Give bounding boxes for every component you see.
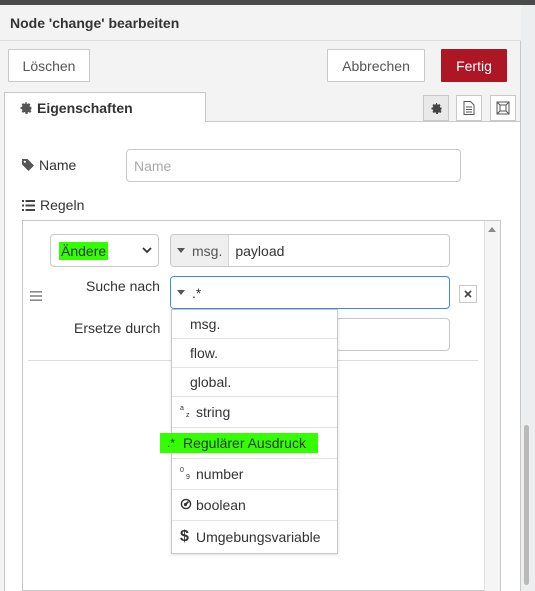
search-type-button[interactable]: .* bbox=[171, 277, 204, 308]
menu-item-global[interactable]: global. bbox=[172, 368, 337, 397]
replace-input[interactable] bbox=[336, 318, 450, 351]
target-property-input[interactable]: msg. payload bbox=[170, 234, 450, 267]
dialog-header: Node 'change' bearbeiten bbox=[0, 5, 521, 41]
close-icon bbox=[464, 290, 472, 298]
delete-button[interactable]: Löschen bbox=[8, 49, 90, 82]
regex-highlight: .* Regulärer Ausdruck bbox=[160, 433, 318, 453]
menu-item-number[interactable]: 09 number bbox=[172, 459, 337, 490]
tab-properties-label: Eigenschaften bbox=[37, 99, 133, 116]
search-input[interactable]: .* bbox=[170, 276, 450, 309]
remove-rule-button[interactable] bbox=[459, 285, 477, 303]
svg-text:a: a bbox=[180, 405, 184, 412]
workspace-scrollbar[interactable] bbox=[524, 425, 529, 585]
search-type-label: .* bbox=[192, 284, 202, 301]
dollar-icon: $ bbox=[180, 528, 189, 545]
rules-label: Regeln bbox=[22, 197, 84, 213]
caret-down-icon bbox=[177, 290, 185, 295]
cancel-button[interactable]: Abbrechen bbox=[327, 49, 425, 82]
target-type-button[interactable]: msg. bbox=[171, 235, 230, 266]
svg-text:z: z bbox=[186, 412, 190, 418]
name-label: Name bbox=[22, 157, 76, 173]
scroll-up-icon[interactable] bbox=[488, 227, 496, 232]
menu-item-msg[interactable]: msg. bbox=[172, 310, 337, 339]
menu-item-regex[interactable]: .* Regulärer Ausdruck bbox=[160, 428, 337, 459]
regex-icon: .* bbox=[167, 436, 176, 450]
toggle-icon bbox=[180, 497, 194, 513]
replace-label: Ersetze durch bbox=[74, 320, 161, 336]
name-input[interactable] bbox=[126, 149, 461, 182]
target-property-value: payload bbox=[235, 242, 285, 259]
document-icon bbox=[463, 101, 475, 115]
dialog-title: Node 'change' bearbeiten bbox=[10, 15, 180, 31]
gear-icon bbox=[20, 101, 32, 114]
menu-item-string[interactable]: az string bbox=[172, 397, 337, 428]
search-label: Suche nach bbox=[86, 278, 160, 294]
chevron-down-icon bbox=[142, 247, 152, 254]
appearance-tab-button[interactable] bbox=[490, 95, 516, 121]
frame-icon bbox=[496, 101, 510, 115]
rules-scrollbar[interactable] bbox=[484, 221, 500, 591]
rules-label-text: Regeln bbox=[40, 197, 85, 213]
drag-handle-icon[interactable] bbox=[30, 288, 42, 304]
rule-action-select[interactable]: Ändere bbox=[50, 234, 159, 267]
tab-properties[interactable]: Eigenschaften bbox=[4, 92, 206, 122]
caret-down-icon bbox=[177, 248, 185, 253]
description-tab-button[interactable] bbox=[456, 95, 482, 121]
menu-item-boolean[interactable]: boolean bbox=[172, 490, 337, 521]
target-type-label: msg. bbox=[192, 242, 223, 259]
done-button[interactable]: Fertig bbox=[441, 49, 507, 82]
svg-text:9: 9 bbox=[186, 474, 190, 480]
09-icon: 09 bbox=[180, 466, 194, 483]
type-dropdown-menu: msg. flow. global. az string .* Reguläre… bbox=[160, 309, 338, 554]
list-icon bbox=[22, 199, 35, 211]
menu-item-env[interactable]: $ Umgebungsvariable bbox=[172, 521, 337, 553]
az-icon: az bbox=[180, 404, 194, 421]
settings-tab-button[interactable] bbox=[423, 95, 449, 121]
svg-text:0: 0 bbox=[180, 467, 184, 474]
rule-action-value: Ändere bbox=[59, 241, 109, 260]
tag-icon bbox=[22, 159, 34, 171]
gear-icon bbox=[430, 102, 442, 114]
name-label-text: Name bbox=[39, 157, 77, 173]
menu-item-flow[interactable]: flow. bbox=[172, 339, 337, 368]
